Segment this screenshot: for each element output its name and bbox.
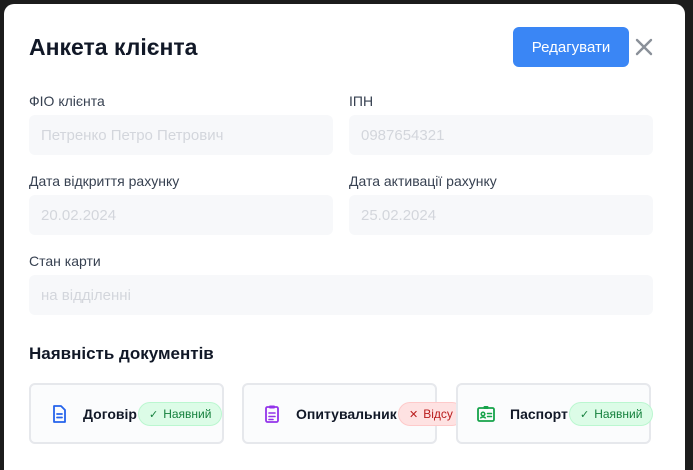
account-open-date-input[interactable] [29, 195, 333, 235]
tax-id-label: ІПН [349, 93, 374, 109]
status-text: Наявний [594, 407, 643, 421]
document-name: Паспорт [510, 406, 568, 422]
clipboard-icon [265, 405, 279, 423]
account-activation-date-label: Дата активації рахунку [349, 173, 497, 189]
check-icon: ✓ [580, 408, 590, 421]
status-badge: ✕ Відсу [398, 402, 464, 426]
document-card-questionnaire[interactable]: Опитувальник ✕ Відсу [242, 383, 464, 444]
document-icon [53, 405, 66, 423]
status-text: Наявний [163, 407, 212, 421]
documents-section-title: Наявність документів [29, 344, 214, 363]
client-form-modal: Анкета клієнта Редагувати ФІО клієнта ІП… [4, 4, 685, 470]
edit-button[interactable]: Редагувати [513, 27, 629, 67]
status-badge: ✓ Наявний [569, 402, 654, 426]
document-card-contract[interactable]: Договір ✓ Наявний [29, 383, 224, 444]
close-icon [635, 38, 653, 56]
x-icon: ✕ [409, 408, 419, 421]
account-open-date-label: Дата відкриття рахунку [29, 173, 180, 189]
tax-id-input[interactable] [349, 115, 653, 155]
status-text: Відсу [423, 407, 453, 421]
card-status-input[interactable] [29, 275, 653, 315]
modal-title: Анкета клієнта [29, 34, 198, 60]
document-card-passport[interactable]: Паспорт ✓ Наявний [456, 383, 654, 444]
client-name-label: ФІО клієнта [29, 93, 105, 109]
document-name: Опитувальник [296, 406, 397, 422]
status-badge: ✓ Наявний [138, 402, 223, 426]
id-card-icon [477, 406, 495, 422]
card-status-label: Стан карти [29, 253, 101, 269]
close-button[interactable] [632, 35, 656, 59]
account-activation-date-input[interactable] [349, 195, 653, 235]
client-name-input[interactable] [29, 115, 333, 155]
document-name: Договір [83, 406, 137, 422]
check-icon: ✓ [149, 408, 159, 421]
